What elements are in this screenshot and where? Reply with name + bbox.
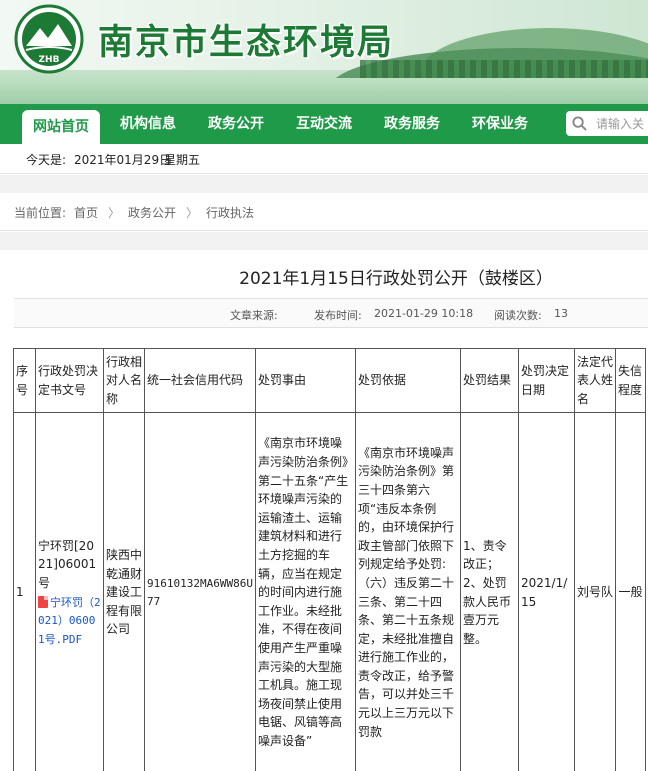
penalty-reason: 《南京市环境噪声污染防治条例》第二十五条“产生环境噪声污染的运输渣土、运输建筑材… [255,412,356,771]
credit-code: 91610132MA6WW86U77 [144,412,256,771]
views-label: 阅读次数: [494,309,542,322]
table-header-cell: 处罚结果 [460,348,519,413]
table-header-cell: 行政处罚决定书文号 [35,348,104,413]
table-header-cell: 处罚事由 [255,348,356,413]
table-row: 1 宁环罚[2021]06001号 宁环罚（2021）06001号.PDF 陕西… [13,412,646,771]
penalty-basis-part: 《南京市环境噪声污染防治条例》第三十四条第六项“违反本条例的，由环境保护行政主管… [358,445,455,572]
nav-item-government-services[interactable]: 政务服务 [384,104,440,144]
source-label: 文章来源: [230,309,278,322]
party-name: 陕西中乾通财建设工程有限公司 [103,412,145,771]
table-header-cell: 行政相对人名称 [103,348,145,413]
penalty-result-item: 1、责令改正； [463,538,507,572]
nav-item-organization[interactable]: 机构信息 [120,104,176,144]
nav-item-government-affairs[interactable]: 政务公开 [208,104,264,144]
row-number: 1 [13,412,36,771]
search-input[interactable] [596,114,648,133]
date-prefix: 今天是: [26,153,67,167]
banner-water [0,78,648,104]
table-header-cell: 序号 [13,348,36,413]
penalty-table: 序号 行政处罚决定书文号 行政相对人名称 统一社会信用代码 处罚事由 处罚依据 … [13,348,646,771]
penalty-result-cell: 1、责令改正； 2、处罚款人民币壹万元整。 [460,412,519,771]
article: 2021年1月15日行政处罚公开（鼓楼区） 文章来源: 发布时间: 2021-0… [0,250,648,771]
table-header-cell: 统一社会信用代码 [144,348,256,413]
breadcrumb-home[interactable]: 首页 [74,204,98,221]
main-nav: 网站首页 机构信息 政务公开 互动交流 政务服务 环保业务 [0,104,648,144]
table-header-row: 序号 行政处罚决定书文号 行政相对人名称 统一社会信用代码 处罚事由 处罚依据 … [13,348,646,413]
penalty-basis-cell: 《南京市环境噪声污染防治条例》第三十四条第六项“违反本条例的，由环境保护行政主管… [355,412,461,771]
date-bar: 今天是: 2021年01月29日 星期五 [0,144,648,174]
article-title: 2021年1月15日行政处罚公开（鼓楼区） [239,269,553,289]
search-icon[interactable] [572,116,587,131]
section-gap [0,232,648,250]
breadcrumb-separator: 〉 [186,206,199,220]
section-gap [0,175,648,193]
penalty-basis-part: （六）违反第二十三条、第二十四条、第二十五条规定，未经批准擅自进行施工作业的，责… [358,575,455,739]
decision-date: 2021/1/15 [518,412,575,771]
nav-item-interaction[interactable]: 互动交流 [296,104,352,144]
nav-item-environmental-business[interactable]: 环保业务 [472,104,528,144]
breadcrumb-separator: 〉 [108,206,121,220]
legal-representative: 刘号队 [574,412,616,771]
credit-level: 一般 [615,412,646,771]
search-box [566,111,648,136]
decision-number: 宁环罚[2021]06001号 [38,538,97,590]
site-title: 南京市生态环境局 [98,22,395,63]
logo-text: ZHB [39,55,60,65]
breadcrumb-government-affairs[interactable]: 政务公开 [128,204,176,221]
decision-number-cell: 宁环罚[2021]06001号 宁环罚（2021）06001号.PDF [35,412,104,771]
breadcrumb-enforcement[interactable]: 行政执法 [206,204,254,221]
pdf-file-icon [38,595,48,608]
pdf-attachment-link[interactable]: 宁环罚（2021）06001号.PDF [38,593,101,649]
table-header-cell: 处罚依据 [355,348,461,413]
breadcrumb-prefix: 当前位置: [14,206,67,220]
publish-label: 发布时间: [314,309,362,322]
current-weekday: 星期五 [164,153,201,167]
table-header-cell: 处罚决定日期 [518,348,575,413]
nav-item-home[interactable]: 网站首页 [22,110,100,144]
article-meta: 文章来源: 发布时间: 2021-01-29 10:18 阅读次数: 13 [14,298,648,328]
breadcrumb: 当前位置: 首页 〉 政务公开 〉 行政执法 [0,193,648,231]
site-logo[interactable]: ZHB [14,4,84,74]
table-header-cell: 法定代表人姓名 [574,348,616,413]
current-date: 2021年01月29日 [74,153,172,167]
views-count: 13 [554,307,568,320]
publish-time: 2021-01-29 10:18 [374,307,474,320]
table-header-cell: 失信程度 [615,348,646,413]
penalty-result-item: 2、处罚款人民币壹万元整。 [463,575,512,646]
